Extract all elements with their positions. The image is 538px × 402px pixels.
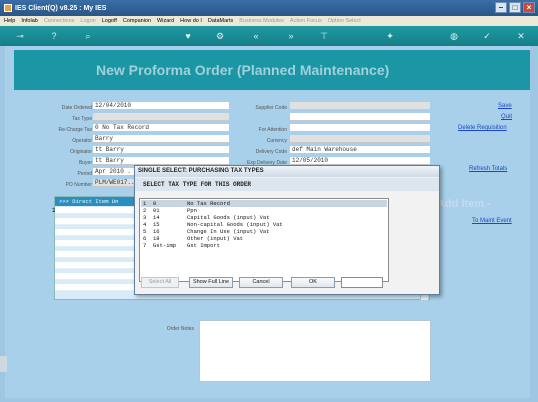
page-title: New Proforma Order (Planned Maintenance) bbox=[14, 50, 530, 90]
menu-item-infolab[interactable]: Infolab bbox=[21, 18, 38, 24]
option-name: Gst Import bbox=[187, 242, 221, 249]
dialog-heading: SELECT TAX TYPE FOR THIS ORDER bbox=[135, 178, 439, 191]
option-idx: 6 bbox=[143, 235, 147, 242]
supplier-name-field[interactable] bbox=[290, 113, 430, 121]
delivery-code-label: Delivery Code bbox=[255, 149, 287, 155]
title-bar: IES Client(Q) v8.25 : My IES – □ × bbox=[0, 0, 538, 16]
currency-label: Currency bbox=[266, 138, 287, 144]
menu-item-connections[interactable]: Connections bbox=[44, 18, 75, 24]
delivery-code-field[interactable]: def Main Warehouse bbox=[290, 146, 430, 154]
menu-item-how-do-i[interactable]: How do I bbox=[180, 18, 202, 24]
operator-label: Operator bbox=[72, 138, 92, 144]
option-idx: 3 bbox=[143, 214, 147, 221]
recharge-tax-label: Re-Charge Tax bbox=[58, 127, 92, 133]
option-name: Other (input) Vat bbox=[187, 235, 244, 242]
option-name: Change In Use (input) Vat bbox=[187, 228, 270, 235]
option-code: 15 bbox=[153, 221, 160, 228]
option-name: Capital Goods (input) Vat bbox=[187, 214, 270, 221]
option-code: 18 bbox=[153, 235, 160, 242]
supplier-code-label: Supplier Code bbox=[255, 105, 287, 111]
for-attention-field[interactable] bbox=[290, 124, 430, 132]
check-icon[interactable]: ✓ bbox=[481, 30, 493, 42]
period-label: Period bbox=[77, 171, 92, 177]
gear-icon[interactable]: ⚙ bbox=[214, 30, 226, 42]
ribbon-icon[interactable]: ✦ bbox=[384, 30, 396, 42]
option-idx: 1 bbox=[143, 200, 147, 207]
window-title: IES Client(Q) v8.25 : My IES bbox=[15, 4, 107, 12]
menu-item-datamarts[interactable]: DataMarts bbox=[208, 18, 233, 24]
globe-icon[interactable]: ◍ bbox=[448, 30, 460, 42]
minimize-button[interactable]: – bbox=[495, 2, 507, 13]
side-tab[interactable] bbox=[0, 356, 7, 372]
option-code: 0 bbox=[153, 200, 157, 207]
tax-type-option[interactable]: 4 15 Non-capital Goods (input) Vat bbox=[141, 221, 387, 228]
menu-item-logon[interactable]: Logon bbox=[80, 18, 95, 24]
currency-field[interactable] bbox=[290, 135, 430, 143]
order-notes-label: Order Notes bbox=[166, 326, 194, 332]
tax-type-label: Tax Type bbox=[72, 116, 92, 122]
cancel-button[interactable]: Cancel bbox=[239, 277, 283, 288]
key-icon[interactable]: ⊸ bbox=[10, 30, 30, 42]
menu-item-option-select[interactable]: Option Select bbox=[328, 18, 361, 24]
menu-item-help[interactable]: Help bbox=[4, 18, 15, 24]
option-code: 01 bbox=[153, 207, 160, 214]
option-code: 14 bbox=[153, 214, 160, 221]
for-attention-label: For Attention bbox=[258, 127, 287, 133]
first-icon[interactable]: « bbox=[250, 30, 262, 42]
save-link[interactable]: Save bbox=[498, 103, 512, 109]
option-code: Gst-imp bbox=[153, 242, 177, 249]
to-maint-event-link[interactable]: To Maint Event bbox=[472, 218, 512, 224]
tax-type-option[interactable]: 2 01 Ppn bbox=[141, 207, 387, 214]
show-full-line-button[interactable]: Show Full Line bbox=[189, 277, 233, 288]
option-name: Ppn bbox=[187, 207, 197, 214]
menu-item-companion[interactable]: Companion bbox=[123, 18, 151, 24]
close-icon[interactable]: ✕ bbox=[515, 30, 527, 42]
option-idx: 7 bbox=[143, 242, 147, 249]
option-idx: 4 bbox=[143, 221, 147, 228]
originator-label: Originator bbox=[70, 149, 92, 155]
buyer-label: Buyer bbox=[78, 160, 92, 166]
tax-type-option[interactable]: 5 16 Change In Use (input) Vat bbox=[141, 228, 387, 235]
tax-type-option[interactable]: 3 14 Capital Goods (input) Vat bbox=[141, 214, 387, 221]
tax-type-field[interactable] bbox=[93, 113, 229, 121]
option-idx: 2 bbox=[143, 207, 147, 214]
close-button[interactable]: × bbox=[523, 2, 535, 13]
help-icon[interactable]: ? bbox=[48, 30, 60, 42]
refresh-totals-link[interactable]: Refresh Totals bbox=[469, 166, 507, 172]
po-number-label: PO Number bbox=[65, 182, 92, 188]
menu-bar: Help Infolab Connections Logon Logoff Compani… bbox=[0, 16, 538, 26]
select-all-button[interactable]: Select All bbox=[141, 277, 179, 288]
menu-item-wizard[interactable]: Wizard bbox=[157, 18, 174, 24]
tax-type-list[interactable]: 1 0 No Tax Record 2 01 Ppn 3 14 Capital Goods (i… bbox=[139, 198, 389, 282]
option-name: No Tax Record bbox=[187, 200, 230, 207]
maximize-button[interactable]: □ bbox=[509, 2, 521, 13]
toolbar: ⊸ ? ⌕ ♥ ⚙ « » ⊤ ✦ ◍ ✓ ✕ bbox=[0, 26, 538, 46]
dialog-title: SINGLE SELECT: PURCHASING TAX TYPES bbox=[135, 166, 439, 177]
last-icon[interactable]: » bbox=[285, 30, 297, 42]
dialog-input[interactable] bbox=[341, 277, 383, 288]
tax-type-dialog: SINGLE SELECT: PURCHASING TAX TYPES SELE… bbox=[134, 165, 440, 295]
option-idx: 5 bbox=[143, 228, 147, 235]
app-icon bbox=[4, 4, 12, 12]
tax-type-option[interactable]: 1 0 No Tax Record bbox=[141, 200, 387, 207]
exp-delivery-field[interactable]: 12/05/2010 bbox=[290, 157, 430, 165]
filter-icon[interactable]: ⊤ bbox=[318, 30, 330, 42]
quit-link[interactable]: Quit bbox=[501, 114, 512, 120]
search-icon[interactable]: ⌕ bbox=[82, 30, 94, 42]
add-item-label[interactable]: Add Item - bbox=[437, 198, 491, 210]
tax-type-option[interactable]: 6 18 Other (input) Vat bbox=[141, 235, 387, 242]
delete-requisition-link[interactable]: Delete Requisition bbox=[458, 125, 507, 131]
menu-item-logoff[interactable]: Logoff bbox=[102, 18, 117, 24]
option-code: 16 bbox=[153, 228, 160, 235]
menu-item-business-modules[interactable]: Business Modules bbox=[239, 18, 284, 24]
order-notes-textarea[interactable] bbox=[199, 320, 431, 382]
date-ordered-label: Date Ordered bbox=[61, 105, 92, 111]
tax-type-option[interactable]: 7 Gst-imp Gst Import bbox=[141, 242, 387, 249]
supplier-code-field[interactable] bbox=[290, 102, 430, 110]
ok-button[interactable]: OK bbox=[291, 277, 335, 288]
option-name: Non-capital Goods (input) Vat bbox=[187, 221, 283, 228]
menu-item-action-focus[interactable]: Action Focus bbox=[290, 18, 322, 24]
heart-icon[interactable]: ♥ bbox=[182, 30, 194, 42]
